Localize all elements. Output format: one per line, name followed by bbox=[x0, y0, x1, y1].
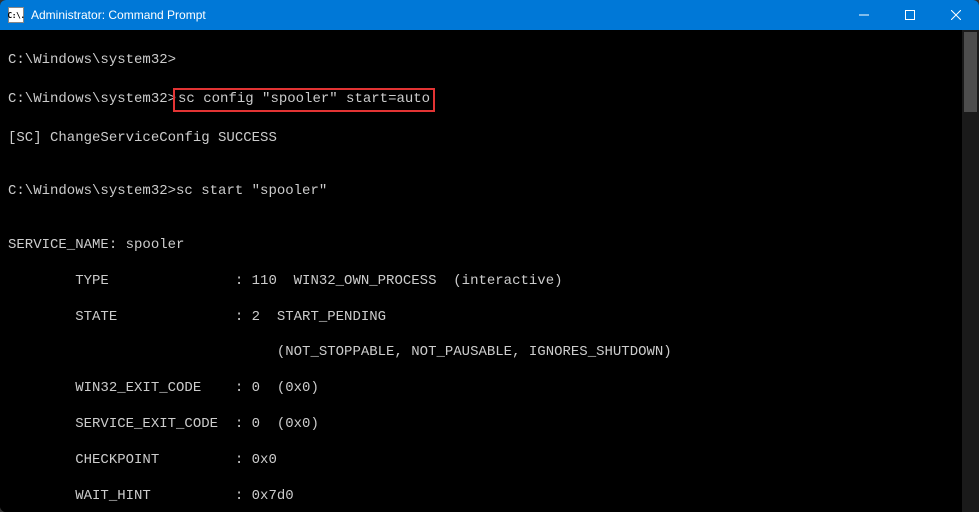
prompt: C:\Windows\system32> bbox=[8, 183, 176, 199]
terminal-line: C:\Windows\system32>sc start "spooler" bbox=[8, 183, 977, 201]
prompt: C:\Windows\system32> bbox=[8, 52, 176, 68]
scrollbar-thumb[interactable] bbox=[964, 32, 977, 112]
terminal-line: STATE : 2 START_PENDING bbox=[8, 309, 977, 327]
close-icon bbox=[951, 10, 961, 20]
minimize-icon bbox=[859, 10, 869, 20]
terminal-line: SERVICE_NAME: spooler bbox=[8, 237, 977, 255]
cmd-icon: C:\. bbox=[8, 7, 24, 23]
terminal-line: CHECKPOINT : 0x0 bbox=[8, 452, 977, 470]
minimize-button[interactable] bbox=[841, 0, 887, 30]
prompt: C:\Windows\system32> bbox=[8, 91, 176, 107]
vertical-scrollbar[interactable] bbox=[962, 30, 979, 512]
highlighted-command: sc config "spooler" start=auto bbox=[173, 88, 435, 112]
terminal-line: (NOT_STOPPABLE, NOT_PAUSABLE, IGNORES_SH… bbox=[8, 344, 977, 362]
terminal-line: C:\Windows\system32> bbox=[8, 52, 977, 70]
maximize-button[interactable] bbox=[887, 0, 933, 30]
terminal-line: [SC] ChangeServiceConfig SUCCESS bbox=[8, 130, 977, 148]
command-text: sc start "spooler" bbox=[176, 183, 327, 199]
terminal-line: TYPE : 110 WIN32_OWN_PROCESS (interactiv… bbox=[8, 273, 977, 291]
titlebar[interactable]: C:\. Administrator: Command Prompt bbox=[0, 0, 979, 30]
terminal-line: C:\Windows\system32>sc config "spooler" … bbox=[8, 88, 977, 112]
terminal-area[interactable]: C:\Windows\system32> C:\Windows\system32… bbox=[0, 30, 979, 512]
terminal-line: SERVICE_EXIT_CODE : 0 (0x0) bbox=[8, 416, 977, 434]
window-title: Administrator: Command Prompt bbox=[31, 8, 206, 22]
terminal-line: WIN32_EXIT_CODE : 0 (0x0) bbox=[8, 380, 977, 398]
command-prompt-window: C:\. Administrator: Command Prompt C:\Wi… bbox=[0, 0, 979, 512]
close-button[interactable] bbox=[933, 0, 979, 30]
maximize-icon bbox=[905, 10, 915, 20]
terminal-line: WAIT_HINT : 0x7d0 bbox=[8, 488, 977, 506]
